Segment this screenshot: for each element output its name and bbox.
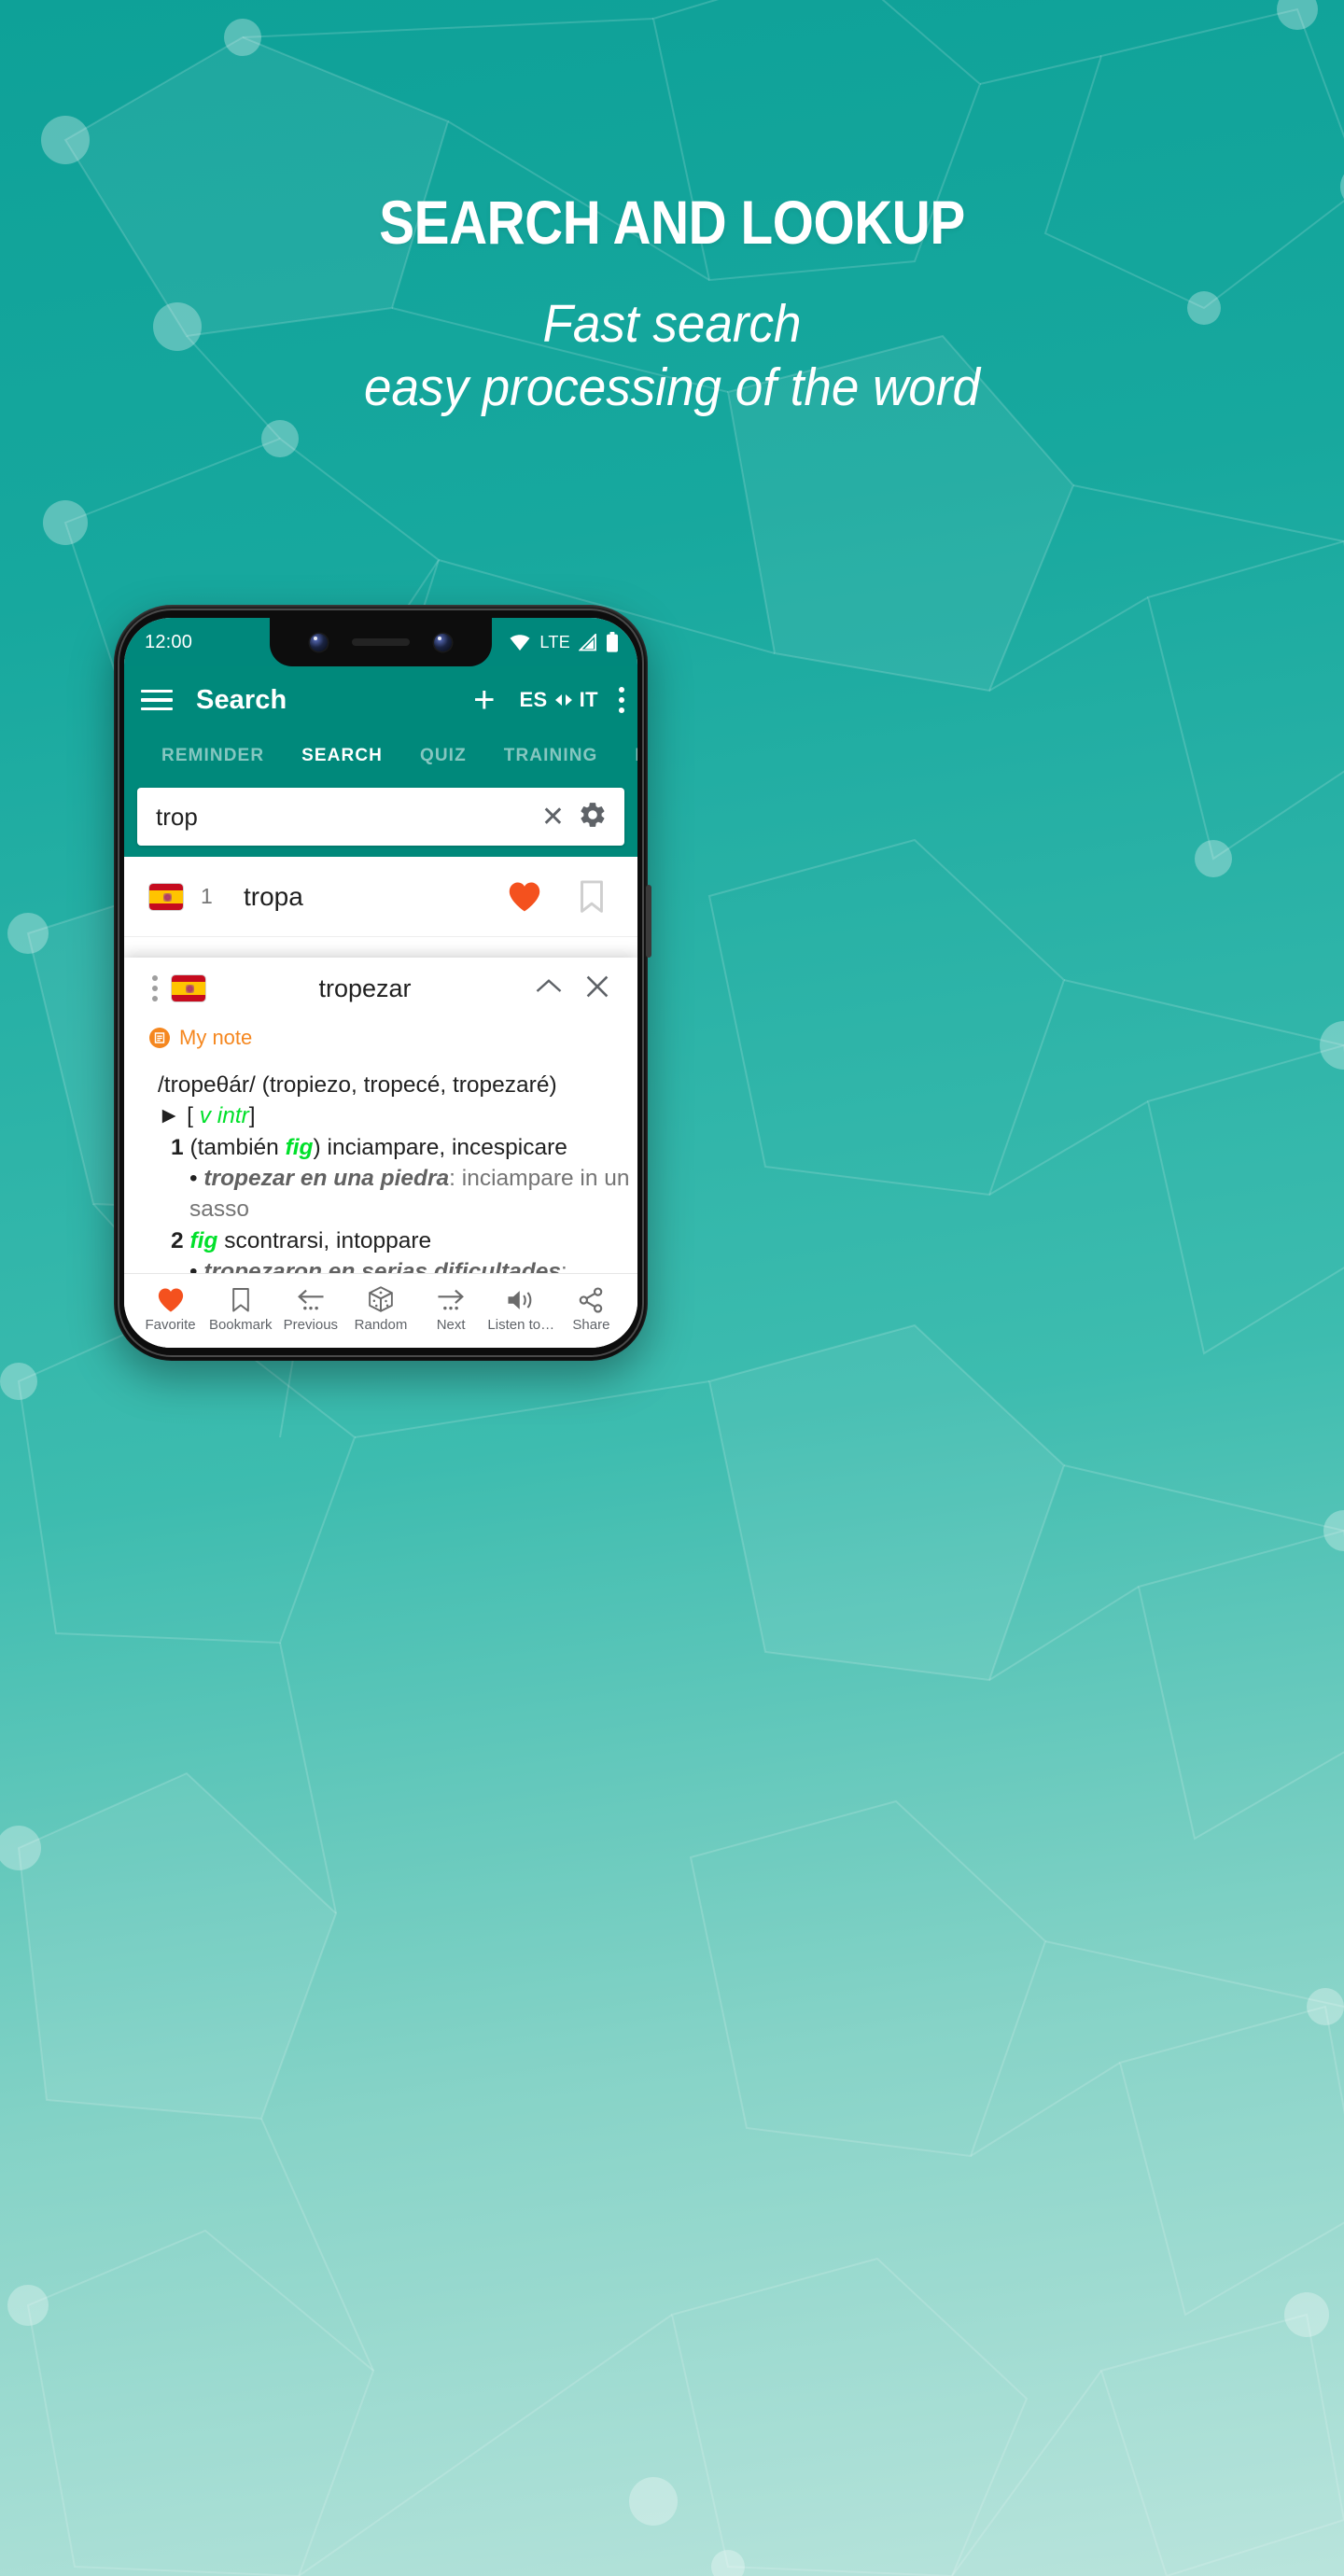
table-row[interactable]: 1 tropa (124, 857, 637, 937)
sense-line: 2 fig scontrarsi, intoppare (132, 1225, 630, 1256)
phone-mockup: 12:00 LTE Search + ES IT REMINDER SEARCH… (114, 605, 651, 1361)
network-type-label: LTE (539, 632, 570, 651)
search-area: trop ✕ (124, 778, 637, 857)
sense-number: 1 (171, 1134, 184, 1160)
sense-head-post: scontrarsi, intoppare (217, 1227, 432, 1253)
share-button[interactable]: Share (556, 1285, 626, 1333)
search-box[interactable]: trop ✕ (137, 788, 624, 846)
app-bar-title: Search (196, 684, 287, 715)
tab-quiz[interactable]: QUIZ (401, 746, 485, 766)
tab-reminder[interactable]: REMINDER (143, 746, 283, 766)
example-line: • tropezar en una piedra: inciampare in … (132, 1163, 630, 1225)
status-clock: 12:00 (145, 631, 193, 652)
sense-head-pre: (también (189, 1134, 286, 1160)
swap-arrows-icon (554, 694, 572, 706)
close-x-icon[interactable] (574, 974, 621, 1003)
random-label: Random (354, 1317, 408, 1333)
flag-icon-es (148, 882, 184, 911)
share-icon (578, 1285, 604, 1313)
status-icons: LTE (509, 632, 619, 652)
result-word: tropa (244, 881, 303, 911)
wifi-icon (510, 635, 530, 651)
example-text: tropezaron en serias dificultades (203, 1258, 561, 1273)
language-switch-button[interactable]: ES IT (519, 688, 598, 712)
part-of-speech-line: ► [ v intr] (132, 1100, 630, 1131)
add-word-button[interactable]: + (473, 681, 495, 719)
flag-icon-es (171, 974, 206, 1002)
bracket-open: [ (187, 1103, 193, 1129)
share-label: Share (572, 1317, 610, 1333)
result-actions (507, 879, 617, 914)
example-text: tropezar en una piedra (203, 1165, 450, 1191)
tab-training[interactable]: TRAINING (485, 746, 617, 766)
part-of-speech: v intr (199, 1103, 249, 1129)
favorite-label: Favorite (145, 1317, 196, 1333)
bookmark-outline-icon (231, 1285, 251, 1313)
next-label: Next (436, 1317, 466, 1333)
next-button[interactable]: Next (416, 1285, 486, 1333)
gear-icon[interactable] (578, 800, 611, 834)
tab-favorites[interactable]: FAVORITES (616, 746, 637, 766)
note-icon (149, 1028, 170, 1048)
front-camera-icon (310, 633, 328, 651)
previous-label: Previous (283, 1317, 339, 1333)
tab-search[interactable]: SEARCH (283, 746, 401, 766)
sense-tag: fig (189, 1227, 218, 1253)
word-detail-sheet: tropezar My note /tropeθár/ (tropiezo, t… (124, 958, 637, 1348)
app-bar-actions: + ES IT (473, 681, 624, 719)
promo-subtitle-line1: Fast search (542, 294, 802, 354)
hamburger-menu-icon[interactable] (141, 689, 173, 711)
arrow-left-icon (296, 1285, 326, 1313)
bookmark-label: Bookmark (208, 1317, 273, 1333)
definition-body: /tropeθár/ (tropiezo, tropecé, tropezaré… (124, 1057, 637, 1273)
random-button[interactable]: Random (345, 1285, 415, 1333)
result-index: 1 (201, 884, 213, 908)
heart-filled-icon (157, 1285, 185, 1313)
listen-label: Listen to… (487, 1317, 555, 1333)
earpiece-speaker (352, 638, 410, 646)
bookmark-button[interactable]: Bookmark (205, 1285, 275, 1333)
dice-icon (367, 1285, 395, 1313)
search-input[interactable]: trop (156, 803, 528, 832)
bracket-close: ] (248, 1103, 256, 1129)
detail-word-title: tropezar (318, 973, 412, 1002)
sense-tag: fig (285, 1134, 314, 1160)
phone-side-button (646, 885, 651, 958)
example-line: • tropezaron en serias dificultades: int… (132, 1256, 630, 1273)
sense-head-post: ) inciampare, incespicare (313, 1134, 567, 1160)
promo-subtitle-line2: easy processing of the word (363, 357, 981, 417)
previous-button[interactable]: Previous (275, 1285, 345, 1333)
front-camera-secondary-icon (434, 633, 452, 651)
phone-screen: 12:00 LTE Search + ES IT REMINDER SEARCH… (124, 618, 637, 1348)
promo-headline: SEARCH AND LOOKUP Fast search easy proce… (0, 0, 1344, 416)
detail-header: tropezar (124, 958, 637, 1019)
overflow-menu-icon[interactable] (139, 975, 171, 1001)
tab-bar: REMINDER SEARCH QUIZ TRAINING FAVORITES (124, 734, 637, 778)
bookmark-outline-icon[interactable] (578, 879, 606, 914)
my-note-label: My note (179, 1026, 253, 1049)
heart-filled-icon[interactable] (507, 881, 542, 913)
listen-button[interactable]: Listen to… (486, 1285, 556, 1333)
sense-number: 2 (171, 1227, 184, 1253)
app-bar: Search + ES IT (124, 666, 637, 734)
speaker-icon (506, 1285, 536, 1313)
my-note-link[interactable]: My note (124, 1019, 637, 1057)
lang-to-label: IT (579, 688, 598, 711)
bullet-dot-icon: • (189, 1165, 198, 1191)
overflow-menu-icon[interactable] (619, 687, 624, 713)
sense-line: 1 (también fig) inciampare, incespicare (132, 1132, 630, 1163)
bullet-dot-icon: • (189, 1258, 198, 1273)
signal-icon (579, 633, 596, 651)
detail-action-bar: Favorite Bookmark Previous Random Next L… (124, 1273, 637, 1348)
phone-notch (270, 618, 492, 666)
phonetic-line: /tropeθár/ (tropiezo, tropecé, tropezaré… (158, 1072, 557, 1098)
lang-from-label: ES (519, 688, 548, 711)
battery-icon (607, 632, 618, 652)
chevron-up-icon[interactable] (524, 977, 574, 1001)
arrow-right-icon (436, 1285, 466, 1313)
bullet-triangle-icon: ► (158, 1103, 181, 1129)
close-x-icon[interactable]: ✕ (528, 801, 578, 833)
favorite-button[interactable]: Favorite (135, 1285, 205, 1333)
page-title: SEARCH AND LOOKUP (379, 188, 965, 257)
